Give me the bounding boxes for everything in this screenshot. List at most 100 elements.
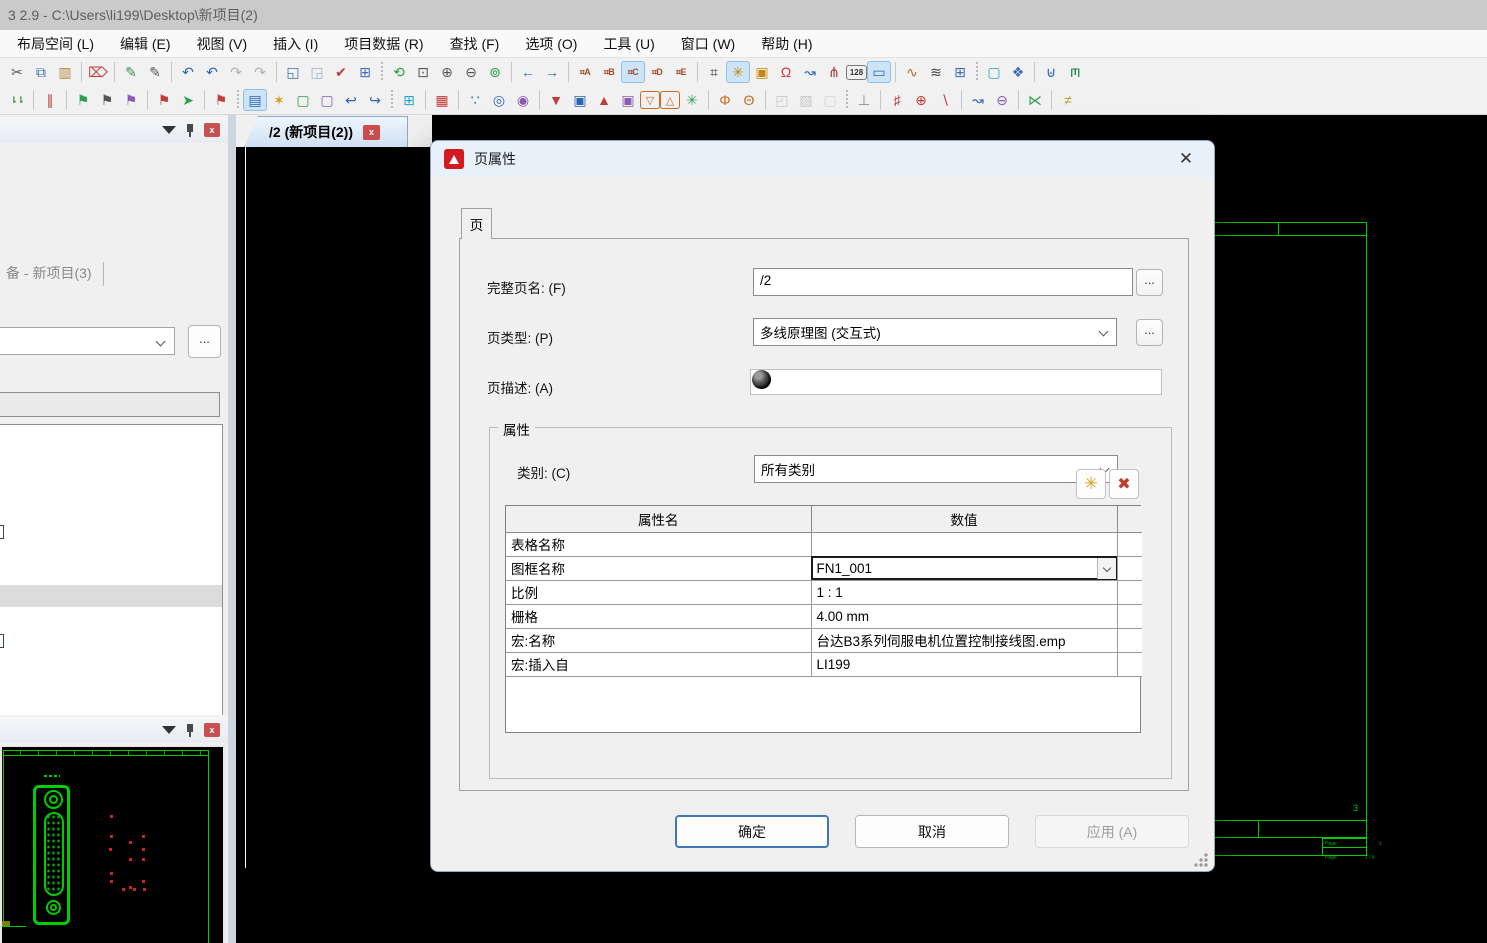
device-new-icon[interactable]: ⊞ [397, 89, 421, 111]
cut-icon[interactable]: ✂ [5, 61, 29, 83]
copy-icon[interactable]: ⧉ [29, 61, 53, 83]
resize-grip[interactable] [1194, 853, 1208, 867]
insert-table-icon[interactable]: ⊞ [353, 61, 377, 83]
page-navigator-icon[interactable]: ▤ [243, 89, 267, 111]
menu-item-window[interactable]: 窗口 (W) [668, 31, 748, 57]
signal-tracking-icon[interactable]: ≋ [924, 61, 948, 83]
symbol-multi-icon[interactable]: ∵ [463, 89, 487, 111]
menu-item-utilities[interactable]: 工具 (U) [590, 31, 667, 57]
property-name-cell[interactable]: 表格名称 [506, 532, 811, 556]
macro-box-icon[interactable]: ▣ [568, 89, 592, 111]
forward-icon[interactable]: → [540, 61, 564, 83]
filter-header-bar[interactable] [0, 392, 220, 417]
wire-cross-icon[interactable]: ≠ [1056, 89, 1080, 111]
ruler-icon[interactable]: ▭ [867, 61, 891, 83]
property-value-cell[interactable]: 4.00 mm [811, 604, 1117, 628]
page-open-icon[interactable]: ▢ [291, 89, 315, 111]
pin-route-icon[interactable]: ➤ [176, 89, 200, 111]
redraw-icon[interactable]: ⟲ [387, 61, 411, 83]
cancel-button[interactable]: 取消 [855, 815, 1009, 848]
tab-page-2[interactable]: /2 (新项目(2)) x [244, 116, 408, 147]
property-name-cell[interactable]: 比例 [506, 580, 811, 604]
flag-settings-icon[interactable]: ⚑ [95, 89, 119, 111]
dialog-titlebar[interactable]: 页属性 ✕ [431, 141, 1214, 177]
grid-b-icon[interactable]: ⌗B [597, 61, 621, 83]
macro-down-icon[interactable]: ▼ [544, 89, 568, 111]
property-value-cell[interactable]: LI199 [811, 652, 1117, 676]
format-painter-icon[interactable]: ✎ [119, 61, 143, 83]
delete-property-button[interactable]: ✖ [1109, 469, 1139, 499]
shopping-cart-icon[interactable]: ⊎ [1039, 61, 1063, 83]
node-slash-icon[interactable]: ∖ [933, 89, 957, 111]
page-previous-icon[interactable]: ↩ [339, 89, 363, 111]
undo-icon[interactable]: ↶ [176, 61, 200, 83]
format-painter-assign-icon[interactable]: ✎ [143, 61, 167, 83]
menu-item-options[interactable]: 选项 (O) [512, 31, 590, 57]
potential-circle-icon[interactable]: ⊖ [990, 89, 1014, 111]
stamp-icon[interactable]: ⊥ [852, 89, 876, 111]
menu-item-layout-space[interactable]: 布局空间 (L) [4, 31, 107, 57]
wire-update-icon[interactable]: ∥ [38, 89, 62, 111]
panel-close-button[interactable]: x [204, 123, 220, 137]
menu-item-edit[interactable]: 编辑 (E) [107, 31, 184, 57]
panel-close-button[interactable]: x [204, 723, 220, 737]
tab-close-button[interactable]: x [363, 125, 380, 140]
grid-e-icon[interactable]: ⌗E [669, 61, 693, 83]
page-next-icon[interactable]: ↪ [363, 89, 387, 111]
apply-button[interactable]: 应用 (A) [1035, 815, 1189, 848]
panel-menu-icon[interactable] [162, 126, 176, 134]
menu-item-project-data[interactable]: 项目数据 (R) [331, 31, 436, 57]
flag-delete-icon[interactable]: ⚑ [209, 89, 233, 111]
tree-selected-row[interactable] [0, 585, 222, 607]
full-page-name-browse-button[interactable]: ... [1136, 269, 1163, 296]
tab-page[interactable]: 页 [461, 208, 492, 239]
macro-box-alt-icon[interactable]: ▣ [616, 89, 640, 111]
property-value-cell[interactable]: 1 : 1 [811, 580, 1117, 604]
page-copy-icon[interactable]: ▢ [315, 89, 339, 111]
snap-to-grid-icon[interactable]: ✳ [726, 61, 750, 83]
menu-item-view[interactable]: 视图 (V) [184, 31, 261, 57]
curve-arrow-icon[interactable]: ↝ [966, 89, 990, 111]
grid-toggle-icon[interactable]: ⌗ [702, 61, 726, 83]
column-header-value[interactable]: 数值 [811, 506, 1117, 532]
page-new-icon[interactable]: ✶ [267, 89, 291, 111]
zoom-out-icon[interactable]: ⊖ [459, 61, 483, 83]
insert-window-icon[interactable]: ◱ [281, 61, 305, 83]
mesh-edit-icon[interactable]: ⊞ [948, 61, 972, 83]
property-name-cell[interactable]: 宏:插入自 [506, 652, 811, 676]
layout-box-icon[interactable]: ▢ [982, 61, 1006, 83]
hatch-fill-icon[interactable]: ▨ [794, 89, 818, 111]
t-node-icon[interactable]: ♯ [885, 89, 909, 111]
add-property-button[interactable]: ✳ [1076, 469, 1106, 499]
gauge-icon[interactable]: Θ [737, 89, 761, 111]
connector-branch-icon[interactable]: ✳ [680, 89, 704, 111]
boxed-up-icon[interactable]: △ [660, 91, 680, 109]
polyline-snap-icon[interactable]: ↝ [798, 61, 822, 83]
node-plus-icon[interactable]: ⊕ [909, 89, 933, 111]
object-snap-icon[interactable]: ▣ [750, 61, 774, 83]
pin-icon[interactable] [185, 723, 195, 738]
back-icon[interactable]: ← [516, 61, 540, 83]
preview-drawing-canvas[interactable] [0, 745, 225, 943]
zoom-window-icon[interactable]: ⊡ [411, 61, 435, 83]
category-select[interactable]: 所有类别 [754, 455, 1118, 483]
property-value-cell[interactable]: FN1_001 [811, 556, 1117, 580]
grid-d-icon[interactable]: ⌗D [645, 61, 669, 83]
dashed-box-icon[interactable]: ▢ [818, 89, 842, 111]
flag-stop-icon[interactable]: ⚑ [152, 89, 176, 111]
page-type-browse-button[interactable]: ... [1136, 319, 1163, 346]
zoom-in-icon[interactable]: ⊕ [435, 61, 459, 83]
redo-list-icon[interactable]: ↷ [248, 61, 272, 83]
panel-menu-icon[interactable] [162, 726, 176, 734]
macro-up-icon[interactable]: ▲ [592, 89, 616, 111]
property-value-cell[interactable] [811, 532, 1117, 556]
flag-forward-icon[interactable]: ⚑ [119, 89, 143, 111]
paste-icon[interactable]: ▥ [53, 61, 77, 83]
magnet-snap-icon[interactable]: Ω [774, 61, 798, 83]
redo-icon[interactable]: ↷ [224, 61, 248, 83]
insert-window-macro-icon[interactable]: ◲ [305, 61, 329, 83]
ok-button[interactable]: 确定 [675, 815, 829, 848]
page-description-input[interactable] [750, 369, 1162, 395]
pins-12-icon[interactable]: ⇂⇂ [5, 89, 29, 111]
property-name-cell[interactable]: 宏:名称 [506, 628, 811, 652]
